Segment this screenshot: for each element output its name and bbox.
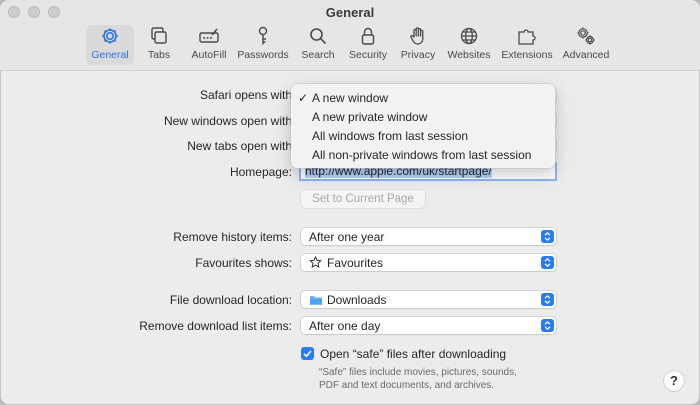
safari-opens-with-label: Safari opens with: [199, 88, 292, 102]
window-title: General: [325, 5, 375, 20]
tab-search-label: Search: [301, 49, 335, 61]
homepage-label: Homepage:: [229, 165, 292, 179]
tab-websites-label: Websites: [447, 49, 491, 61]
remove-download-list-items-label: Remove download list items:: [139, 319, 292, 333]
file-download-location-label: File download location:: [169, 293, 292, 307]
favourites-shows-popup[interactable]: Favourites: [301, 254, 556, 271]
tab-passwords-label: Passwords: [237, 49, 289, 61]
tab-advanced-label: Advanced: [562, 49, 610, 61]
search-icon: [310, 28, 327, 45]
safe-files-note: “Safe” files include movies, pictures, s…: [319, 366, 517, 392]
puzzle-icon: [518, 29, 536, 45]
menu-item-label: A new private window: [312, 110, 428, 124]
safe-files-note-line-1: “Safe” files include movies, pictures, s…: [319, 367, 517, 378]
menu-item-non-private-windows-last-session[interactable]: All non-private windows from last sessio…: [312, 148, 531, 162]
tab-extensions-label: Extensions: [501, 49, 553, 61]
remove-download-list-items-value: After one day: [309, 318, 381, 333]
chevron-updown-icon: [541, 319, 554, 332]
file-download-location-value-wrap: Downloads: [309, 293, 386, 307]
safari-opens-with-menu: ✓ A new window A new private window All …: [291, 84, 555, 168]
chevron-updown-icon: [541, 293, 554, 306]
tab-general-label: General: [91, 49, 129, 61]
tab-passwords[interactable]: Passwords: [236, 25, 290, 65]
tab-autofill-label: AutoFill: [191, 49, 227, 61]
help-button[interactable]: ?: [664, 371, 684, 391]
tab-extensions[interactable]: Extensions: [500, 25, 554, 65]
tab-privacy-label: Privacy: [400, 49, 436, 61]
checkmark-icon: [303, 350, 312, 358]
safe-files-note-line-2: PDF and text documents, and archives.: [319, 380, 495, 391]
menu-item-all-windows-last-session[interactable]: All windows from last session: [312, 129, 468, 143]
lock-icon: [361, 27, 375, 45]
gears-icon: [577, 27, 595, 45]
remove-history-items-label: Remove history items:: [173, 230, 292, 244]
tab-general[interactable]: General: [86, 25, 134, 65]
tab-security[interactable]: Security: [346, 25, 390, 65]
favourites-shows-value-wrap: Favourites: [309, 256, 383, 270]
globe-icon: [460, 27, 478, 45]
set-to-current-page-button[interactable]: Set to Current Page: [301, 190, 425, 208]
menu-item-label: A new window: [312, 91, 389, 105]
favourites-shows-label: Favourites shows:: [195, 256, 292, 270]
star-icon: [309, 256, 322, 268]
new-tabs-open-with-label: New tabs open with: [187, 139, 292, 153]
tab-tabs[interactable]: Tabs: [142, 25, 176, 65]
tab-advanced[interactable]: Advanced: [560, 25, 612, 65]
tab-privacy[interactable]: Privacy: [398, 25, 438, 65]
hand-icon: [410, 27, 424, 45]
open-safe-files-checkbox[interactable]: [301, 347, 314, 360]
remove-history-items-popup[interactable]: After one year: [301, 228, 556, 245]
tab-tabs-label: Tabs: [147, 49, 171, 61]
menu-item-new-private-window[interactable]: A new private window: [312, 110, 427, 124]
favourites-shows-value: Favourites: [327, 255, 384, 270]
gear-icon: [102, 28, 118, 44]
menu-item-new-window[interactable]: ✓ A new window: [298, 91, 389, 105]
preferences-toolbar: General General Tabs AutoFill Passwords …: [0, 0, 700, 71]
tab-search[interactable]: Search: [300, 25, 336, 65]
file-download-location-popup[interactable]: Downloads: [301, 291, 556, 308]
key-icon: [258, 26, 268, 45]
tab-security-label: Security: [349, 49, 387, 61]
new-windows-open-with-label: New windows open with: [163, 114, 292, 128]
safari-preferences-window: General General Tabs AutoFill Passwords …: [0, 0, 700, 405]
tab-websites[interactable]: Websites: [444, 25, 494, 65]
tab-autofill[interactable]: AutoFill: [186, 25, 232, 65]
tabs-icon: [151, 27, 167, 44]
chevron-updown-icon: [541, 230, 554, 243]
menu-item-label: All non-private windows from last sessio…: [312, 148, 532, 162]
chevron-updown-icon: [541, 256, 554, 269]
menu-item-label: All windows from last session: [312, 129, 469, 143]
menu-checkmark: ✓: [298, 91, 309, 105]
folder-icon: [310, 295, 322, 305]
remove-history-items-value: After one year: [309, 229, 385, 244]
remove-download-list-items-popup[interactable]: After one day: [301, 317, 556, 334]
open-safe-files-label: Open “safe” files after downloading: [320, 347, 507, 361]
autofill-icon: [199, 28, 219, 43]
file-download-location-value: Downloads: [327, 292, 387, 307]
